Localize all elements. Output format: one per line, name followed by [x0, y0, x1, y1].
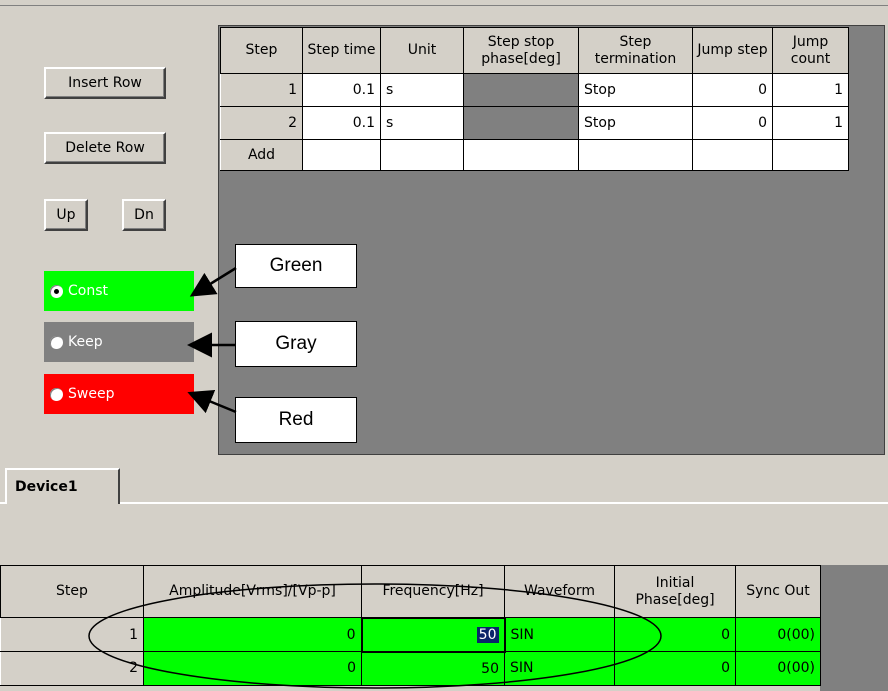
ellipse-annotation [88, 583, 662, 689]
highlight-ellipse [88, 583, 662, 689]
